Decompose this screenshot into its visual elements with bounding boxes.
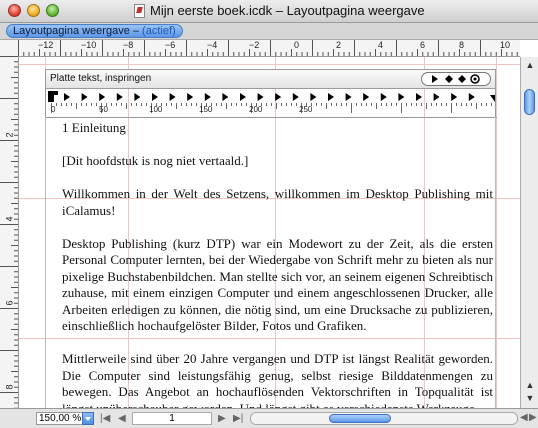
tab-ruler-label: 50	[99, 105, 108, 114]
scroll-up-icon[interactable]: ▲	[524, 59, 536, 71]
hruler-label: −12	[38, 40, 54, 50]
status-bar: 150,00 % |◀ ◀ 1 ▶ ▶| ◀ ▶	[0, 408, 538, 428]
last-page-icon[interactable]: ▶|	[233, 413, 243, 424]
vruler-label: 8	[4, 384, 15, 390]
tab-ruler-ticks	[51, 103, 492, 113]
horizontal-ruler[interactable]: −12 −10 −8 −6 −4 −2 0 2 4 6 8 10	[18, 40, 520, 57]
chapter-heading: 1 Einleitung	[62, 120, 126, 135]
title-bar[interactable]: Mijn eerste boek.icdk – Layoutpagina wee…	[0, 0, 538, 23]
zoom-field[interactable]: 150,00 %	[36, 412, 84, 425]
tab-state: (actief)	[142, 25, 176, 37]
vertical-ruler-ticks	[0, 56, 18, 408]
tab-ruler-label: 250	[299, 105, 313, 114]
vruler-label: 2	[4, 132, 15, 138]
zoom-popup-button[interactable]	[82, 412, 94, 425]
body-text[interactable]: 1 Einleitung [Dit hoofdstuk is nog niet …	[62, 120, 493, 408]
document-proxy-icon[interactable]	[134, 4, 145, 18]
paragraph: Mittlerweile sind über 20 Jahre vergange…	[62, 351, 493, 408]
document-window: Mijn eerste boek.icdk – Layoutpagina wee…	[0, 0, 538, 428]
hruler-label: 4	[378, 40, 384, 50]
text-ruler-controls[interactable]	[421, 72, 491, 86]
vruler-label: 4	[4, 216, 15, 222]
horizontal-scrollbar[interactable]	[250, 412, 518, 425]
tab-ruler-label: 0	[51, 105, 56, 114]
text-ruler-control-icons	[432, 74, 480, 84]
tab-ruler-label: 200	[249, 105, 263, 114]
hruler-label: 0	[294, 40, 300, 50]
minimize-button[interactable]	[27, 4, 40, 17]
paragraph-style-name[interactable]: Platte tekst, inspringen	[50, 73, 151, 84]
hruler-label: −2	[249, 40, 260, 50]
scroll-left-arrow-icon[interactable]: ◀	[520, 412, 528, 423]
tab-layout-view[interactable]: Layoutpagina weergave – (actief)	[6, 24, 183, 38]
tab-ruler-label: 150	[199, 105, 213, 114]
tab-stop-markers	[48, 91, 495, 102]
zoom-button[interactable]	[46, 4, 59, 17]
horizontal-scroll-thumb[interactable]	[329, 414, 391, 423]
layout-canvas[interactable]: Platte tekst, inspringen 0 50 100 150 20…	[19, 57, 520, 408]
previous-page-icon[interactable]: ◀	[118, 413, 126, 424]
hruler-label: 8	[459, 40, 465, 50]
hruler-label: −10	[81, 40, 97, 50]
paragraph: Willkommen in der Welt des Setzens, will…	[62, 186, 493, 218]
page-number-field[interactable]: 1	[132, 412, 212, 425]
close-button[interactable]	[8, 4, 21, 17]
next-page-icon[interactable]: ▶	[218, 413, 226, 424]
vertical-scrollbar[interactable]: ▲ ▲ ▼	[520, 57, 538, 408]
scroll-down-arrow-icon[interactable]: ▼	[524, 392, 536, 404]
chevron-down-icon	[85, 417, 91, 421]
hruler-label: 6	[420, 40, 426, 50]
window-title: Mijn eerste boek.icdk – Layoutpagina wee…	[150, 3, 425, 18]
hruler-label: −6	[165, 40, 176, 50]
tab-ruler-scale: 0 50 100 150 200 250	[46, 103, 497, 118]
guide-line	[19, 64, 520, 65]
vertical-scroll-thumb[interactable]	[524, 89, 535, 115]
hruler-label: −8	[123, 40, 134, 50]
tab-ruler[interactable]: 0 50 100 150 200 250	[45, 89, 497, 118]
tab-strip: Layoutpagina weergave – (actief)	[0, 23, 538, 40]
scroll-up-arrow-icon[interactable]: ▲	[524, 379, 536, 391]
text-frame[interactable]: 1 Einleitung [Dit hoofdstuk is nog niet …	[45, 117, 496, 408]
ruler-corner[interactable]	[0, 40, 19, 57]
paragraph-style-bar[interactable]: Platte tekst, inspringen	[45, 69, 496, 89]
paragraph: [Dit hoofdstuk is nog niet vertaald.]	[62, 153, 249, 168]
vruler-label: 6	[4, 300, 15, 306]
tab-label: Layoutpagina weergave –	[13, 25, 143, 37]
hruler-label: −4	[207, 40, 218, 50]
vertical-ruler[interactable]: 2 4 6 8	[0, 56, 19, 408]
tab-ruler-label: 100	[149, 105, 163, 114]
scroll-right-arrow-icon[interactable]: ▶	[529, 412, 537, 423]
hruler-label: 2	[336, 40, 342, 50]
first-page-icon[interactable]: |◀	[100, 413, 110, 424]
paragraph: Desktop Publishing (kurz DTP) war ein Mo…	[62, 235, 493, 334]
hruler-label: 10	[500, 40, 511, 50]
